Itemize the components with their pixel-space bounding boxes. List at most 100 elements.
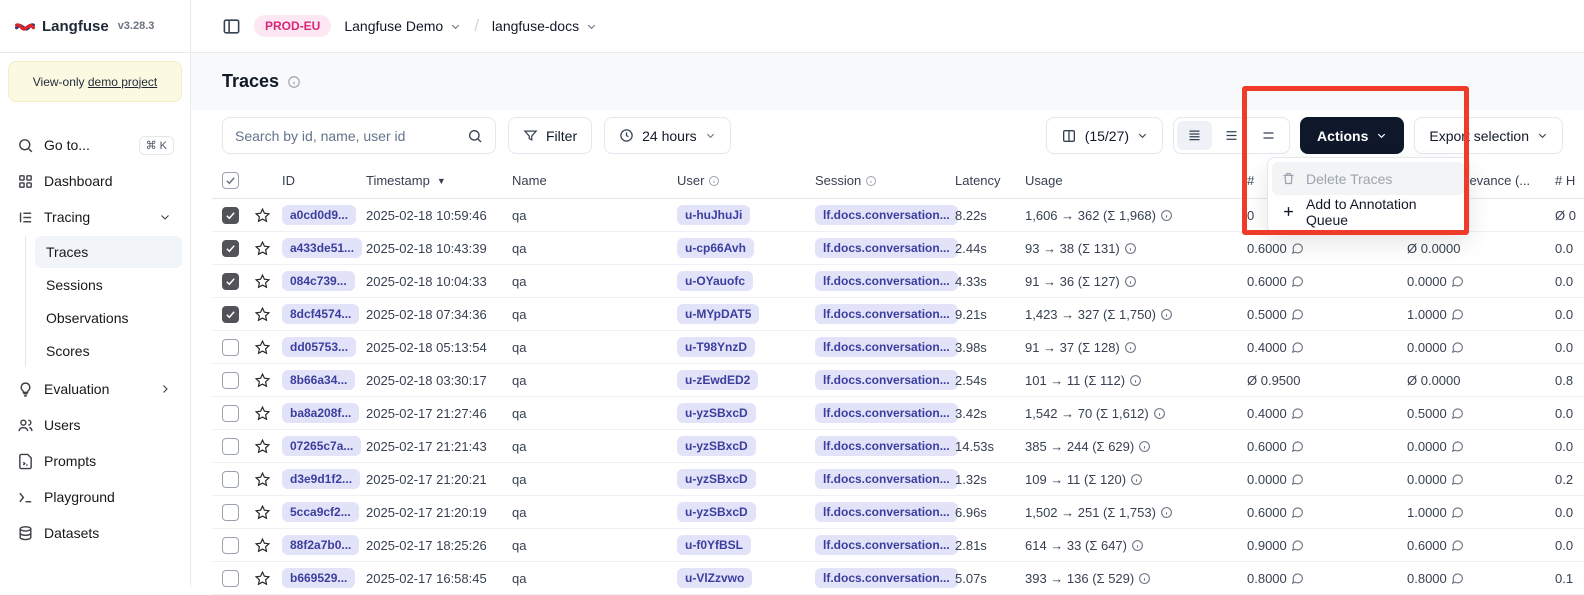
session-badge[interactable]: lf.docs.conversation...	[815, 337, 958, 357]
user-badge[interactable]: u-yzSBxcD	[677, 502, 756, 522]
header-score-c[interactable]: # H	[1548, 173, 1584, 188]
header-name[interactable]: Name	[512, 173, 677, 188]
info-icon[interactable]	[1124, 242, 1137, 255]
user-badge[interactable]: u-huJhuJi	[677, 205, 750, 225]
table-row[interactable]: dd05753... 2025-02-18 05:13:54 qa u-T98Y…	[212, 331, 1584, 364]
project-switcher[interactable]: langfuse-docs	[492, 18, 597, 34]
table-row[interactable]: a433de51... 2025-02-18 10:43:39 qa u-cp6…	[212, 232, 1584, 265]
session-badge[interactable]: lf.docs.conversation...	[815, 535, 958, 555]
session-badge[interactable]: lf.docs.conversation...	[815, 205, 958, 225]
row-checkbox[interactable]	[222, 405, 239, 422]
filter-button[interactable]: Filter	[508, 117, 592, 154]
row-checkbox[interactable]	[222, 438, 239, 455]
info-icon[interactable]	[1138, 440, 1151, 453]
comment-icon[interactable]	[1451, 473, 1464, 486]
org-switcher[interactable]: Langfuse Demo	[344, 18, 461, 34]
trace-id-badge[interactable]: dd05753...	[282, 337, 356, 357]
sidebar-item-tracing[interactable]: Tracing	[8, 200, 182, 234]
comment-icon[interactable]	[1291, 440, 1304, 453]
session-badge[interactable]: lf.docs.conversation...	[815, 502, 958, 522]
row-checkbox[interactable]	[222, 471, 239, 488]
user-badge[interactable]: u-T98YnzD	[677, 337, 755, 357]
info-icon[interactable]	[1124, 275, 1137, 288]
user-badge[interactable]: u-yzSBxcD	[677, 403, 756, 423]
star-icon[interactable]	[254, 570, 271, 587]
trace-id-badge[interactable]: d3e9d1f2...	[282, 469, 360, 489]
star-icon[interactable]	[254, 306, 271, 323]
table-row[interactable]: 88f2a7b0... 2025-02-17 18:25:26 qa u-f0Y…	[212, 529, 1584, 562]
table-row[interactable]: 07265c7a... 2025-02-17 21:21:43 qa u-yzS…	[212, 430, 1584, 463]
star-icon[interactable]	[254, 537, 271, 554]
row-checkbox[interactable]	[222, 504, 239, 521]
columns-button[interactable]: (15/27)	[1046, 117, 1163, 154]
sidebar-item-observations[interactable]: Observations	[35, 302, 182, 334]
sidebar-item-users[interactable]: Users	[8, 408, 182, 442]
comment-icon[interactable]	[1291, 308, 1304, 321]
row-height-medium-button[interactable]	[1214, 121, 1249, 150]
sidebar-item-datasets[interactable]: Datasets	[8, 516, 182, 550]
trace-id-badge[interactable]: 88f2a7b0...	[282, 535, 359, 555]
select-all-checkbox[interactable]	[222, 172, 239, 189]
table-row[interactable]: 084c739... 2025-02-18 10:04:33 qa u-OYau…	[212, 265, 1584, 298]
row-checkbox[interactable]	[222, 273, 239, 290]
table-row[interactable]: b669529... 2025-02-17 16:58:45 qa u-VlZz…	[212, 562, 1584, 595]
trace-id-badge[interactable]: b669529...	[282, 568, 355, 588]
row-height-small-button[interactable]	[1177, 121, 1212, 150]
sidebar-item-sessions[interactable]: Sessions	[35, 269, 182, 301]
sidebar-item-evaluation[interactable]: Evaluation	[8, 372, 182, 406]
header-id[interactable]: ID	[282, 173, 366, 188]
session-badge[interactable]: lf.docs.conversation...	[815, 304, 958, 324]
comment-icon[interactable]	[1451, 572, 1464, 585]
sidebar-toggle-icon[interactable]	[222, 17, 241, 36]
info-icon[interactable]	[1129, 374, 1142, 387]
row-checkbox[interactable]	[222, 240, 239, 257]
star-icon[interactable]	[254, 273, 271, 290]
table-row[interactable]: 8b66a34... 2025-02-18 03:30:17 qa u-zEwd…	[212, 364, 1584, 397]
info-icon[interactable]	[1138, 572, 1151, 585]
header-usage[interactable]: Usage	[1025, 173, 1247, 188]
session-badge[interactable]: lf.docs.conversation...	[815, 469, 958, 489]
comment-icon[interactable]	[1291, 275, 1304, 288]
comment-icon[interactable]	[1291, 242, 1304, 255]
user-badge[interactable]: u-yzSBxcD	[677, 469, 756, 489]
info-icon[interactable]	[1131, 539, 1144, 552]
sidebar-item-playground[interactable]: Playground	[8, 480, 182, 514]
comment-icon[interactable]	[1451, 308, 1464, 321]
trace-id-badge[interactable]: 5cca9cf2...	[282, 502, 359, 522]
session-badge[interactable]: lf.docs.conversation...	[815, 403, 958, 423]
star-icon[interactable]	[254, 207, 271, 224]
header-user[interactable]: User	[677, 173, 815, 188]
info-icon[interactable]	[1130, 473, 1143, 486]
comment-icon[interactable]	[1291, 572, 1304, 585]
trace-id-badge[interactable]: a0cd0d9...	[282, 205, 356, 225]
row-checkbox[interactable]	[222, 207, 239, 224]
search-icon[interactable]	[467, 128, 483, 144]
user-badge[interactable]: u-zEwdED2	[677, 370, 758, 390]
comment-icon[interactable]	[1291, 473, 1304, 486]
trace-id-badge[interactable]: 8dcf4574...	[282, 304, 359, 324]
header-session[interactable]: Session	[815, 173, 955, 188]
row-checkbox[interactable]	[222, 537, 239, 554]
comment-icon[interactable]	[1451, 506, 1464, 519]
row-checkbox[interactable]	[222, 372, 239, 389]
star-icon[interactable]	[254, 438, 271, 455]
info-icon[interactable]	[1160, 506, 1173, 519]
trace-id-badge[interactable]: 8b66a34...	[282, 370, 355, 390]
star-icon[interactable]	[254, 405, 271, 422]
comment-icon[interactable]	[1451, 539, 1464, 552]
user-badge[interactable]: u-MYpDAT5	[677, 304, 759, 324]
session-badge[interactable]: lf.docs.conversation...	[815, 370, 958, 390]
table-row[interactable]: d3e9d1f2... 2025-02-17 21:20:21 qa u-yzS…	[212, 463, 1584, 496]
table-row[interactable]: 8dcf4574... 2025-02-18 07:34:36 qa u-MYp…	[212, 298, 1584, 331]
star-icon[interactable]	[254, 504, 271, 521]
star-icon[interactable]	[254, 372, 271, 389]
trace-id-badge[interactable]: a433de51...	[282, 238, 362, 258]
comment-icon[interactable]	[1291, 539, 1304, 552]
row-height-large-button[interactable]	[1251, 121, 1286, 150]
trace-id-badge[interactable]: 07265c7a...	[282, 436, 361, 456]
star-icon[interactable]	[254, 339, 271, 356]
header-latency[interactable]: Latency	[955, 173, 1025, 188]
comment-icon[interactable]	[1451, 440, 1464, 453]
sidebar-item-dashboard[interactable]: Dashboard	[8, 164, 182, 198]
comment-icon[interactable]	[1291, 407, 1304, 420]
